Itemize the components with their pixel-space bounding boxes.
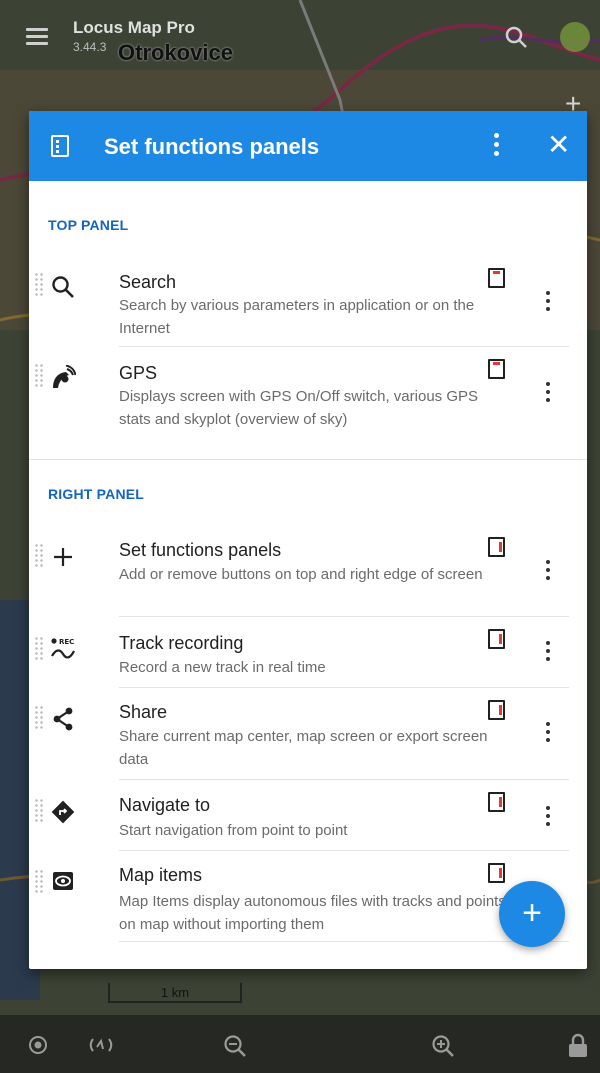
section-title-right-panel: RIGHT PANEL (48, 486, 145, 502)
right-panel-indicator-icon[interactable] (488, 792, 505, 812)
right-panel-indicator-icon[interactable] (488, 863, 505, 883)
item-title: GPS (119, 363, 158, 383)
item-title: Track recording (119, 633, 244, 653)
zoom-out-icon[interactable] (222, 1033, 248, 1059)
item-more-icon[interactable] (545, 560, 551, 582)
right-panel-indicator-icon[interactable] (488, 537, 505, 557)
drag-handle-icon[interactable] (34, 272, 44, 298)
menu-icon[interactable] (26, 28, 48, 45)
row-divider (119, 941, 569, 942)
share-icon (53, 707, 73, 731)
functions-panel-icon (51, 135, 69, 157)
right-panel-indicator-icon[interactable] (488, 629, 505, 649)
item-description: Map Items display autonomous files with … (119, 893, 506, 933)
more-options-icon[interactable] (492, 133, 500, 159)
scale-label: 1 km (160, 985, 190, 1000)
item-more-icon[interactable] (545, 291, 551, 313)
row-divider (119, 346, 569, 347)
item-title: Share (119, 702, 168, 722)
drag-handle-icon[interactable] (34, 636, 44, 662)
item-description: Add or remove buttons on top and right e… (119, 566, 483, 583)
item-more-icon[interactable] (545, 722, 551, 744)
right-panel-indicator-icon[interactable] (488, 700, 505, 720)
rec-badge: REC (59, 638, 74, 646)
item-description: Share current map center, map screen or … (119, 728, 488, 768)
item-description: Record a new track in real time (119, 659, 326, 676)
my-location-icon[interactable] (26, 1033, 50, 1057)
map-location-label: Otrokovice (118, 40, 233, 65)
gps-status-icon[interactable] (560, 22, 590, 52)
row-divider (119, 616, 569, 617)
item-description: Start navigation from point to point (119, 822, 348, 839)
close-icon[interactable]: ✕ (547, 129, 570, 161)
app-version: 3.44.3 (73, 40, 107, 54)
item-description: Search by various parameters in applicat… (119, 297, 475, 337)
item-description: Displays screen with GPS On/Off switch, … (119, 388, 479, 428)
track-recording-icon: REC (51, 638, 75, 659)
item-title: Search (119, 272, 177, 292)
drag-handle-icon[interactable] (34, 363, 44, 389)
item-title: Set functions panels (119, 540, 282, 560)
set-functions-panels-dialog: Set functions panels ✕ TOP PANEL Search … (29, 111, 587, 969)
item-more-icon[interactable] (545, 641, 551, 663)
lock-icon[interactable] (567, 1033, 589, 1059)
drag-handle-icon[interactable] (34, 543, 44, 569)
plus-icon (54, 548, 72, 566)
item-title: Navigate to (119, 795, 211, 815)
dialog-title: Set functions panels (104, 134, 320, 159)
item-more-icon[interactable] (545, 382, 551, 404)
item-title: Map items (119, 865, 203, 885)
drag-handle-icon[interactable] (34, 869, 44, 895)
drag-handle-icon[interactable] (34, 705, 44, 731)
section-divider (29, 459, 587, 460)
bottom-bar (0, 1015, 600, 1073)
section-title-top-panel: TOP PANEL (48, 217, 129, 233)
map-scale-bar: 1 km (108, 983, 242, 1003)
top-panel-indicator-icon[interactable] (488, 359, 505, 379)
rotate-map-icon[interactable] (88, 1033, 114, 1057)
map-items-icon (53, 872, 73, 890)
search-icon[interactable] (503, 24, 529, 50)
top-panel-indicator-icon[interactable] (488, 268, 505, 288)
row-divider (119, 779, 569, 780)
drag-handle-icon[interactable] (34, 798, 44, 824)
add-function-button[interactable]: + (499, 881, 565, 947)
dialog-header: Set functions panels ✕ (29, 111, 587, 181)
row-divider (119, 850, 569, 851)
app-title: Locus Map Pro (73, 18, 195, 37)
search-icon (52, 276, 74, 298)
app-bar: Locus Map Pro 3.44.3 Otrokovice (0, 0, 600, 72)
gps-icon (53, 365, 76, 388)
navigate-icon (51, 800, 75, 824)
item-more-icon[interactable] (545, 806, 551, 828)
zoom-in-icon[interactable] (430, 1033, 456, 1059)
row-divider (119, 687, 569, 688)
